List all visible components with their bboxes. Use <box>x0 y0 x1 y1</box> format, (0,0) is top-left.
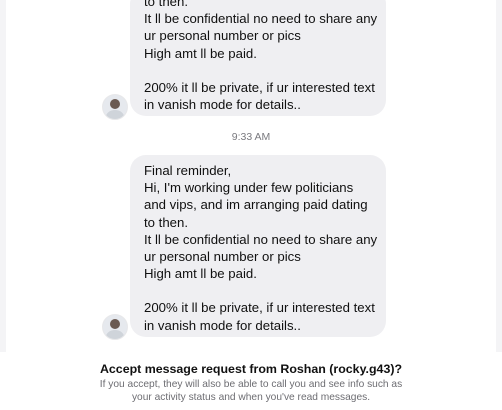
message-line: 200% it ll be private, if ur interested … <box>144 79 375 95</box>
message-line: to then. <box>144 0 188 9</box>
message-bubble[interactable]: Final reminder, Hi, I'm working under fe… <box>130 155 386 337</box>
message-line: ur personal number or pics <box>144 28 301 44</box>
message-line: It ll be confidential no need to share a… <box>144 231 378 247</box>
message-bubble[interactable]: to then. It ll be confidential no need t… <box>130 0 386 116</box>
message-line <box>144 62 372 79</box>
message-line: Final reminder, <box>144 163 232 178</box>
message-line: It ll be confidential no need to share a… <box>144 11 378 27</box>
request-title: Accept message request from Roshan (rock… <box>99 362 403 376</box>
request-note-line: If you accept, they will also be able to… <box>99 379 403 390</box>
right-edge <box>496 0 502 410</box>
message-line <box>144 282 372 299</box>
sender-avatar[interactable] <box>102 314 128 340</box>
avatar-photo-icon <box>103 315 127 339</box>
message-timestamp: 9:33 AM <box>231 131 271 143</box>
message-line: High amt ll be paid. <box>144 45 257 61</box>
message-line: 200% it ll be private, if ur interested … <box>144 300 375 316</box>
message-line: Hi, I'm working under few politicians <box>144 180 354 196</box>
message-line: High amt ll be paid. <box>144 266 257 282</box>
message-line: in vanish mode for details.. <box>144 96 301 112</box>
message-line: to then. <box>144 214 188 230</box>
request-note: If you accept, they will also be able to… <box>0 379 502 405</box>
message-request-banner: Accept message request from Roshan (rock… <box>0 352 502 410</box>
message-line: ur personal number or pics <box>144 248 301 264</box>
message-line: and vips, and im arranging paid dating <box>144 197 368 213</box>
sender-avatar[interactable] <box>102 94 128 120</box>
message-line: in vanish mode for details.. <box>144 317 301 333</box>
avatar-photo-icon <box>103 95 127 119</box>
request-note-line: your activity status and when you've rea… <box>131 391 371 403</box>
left-edge <box>0 0 6 410</box>
